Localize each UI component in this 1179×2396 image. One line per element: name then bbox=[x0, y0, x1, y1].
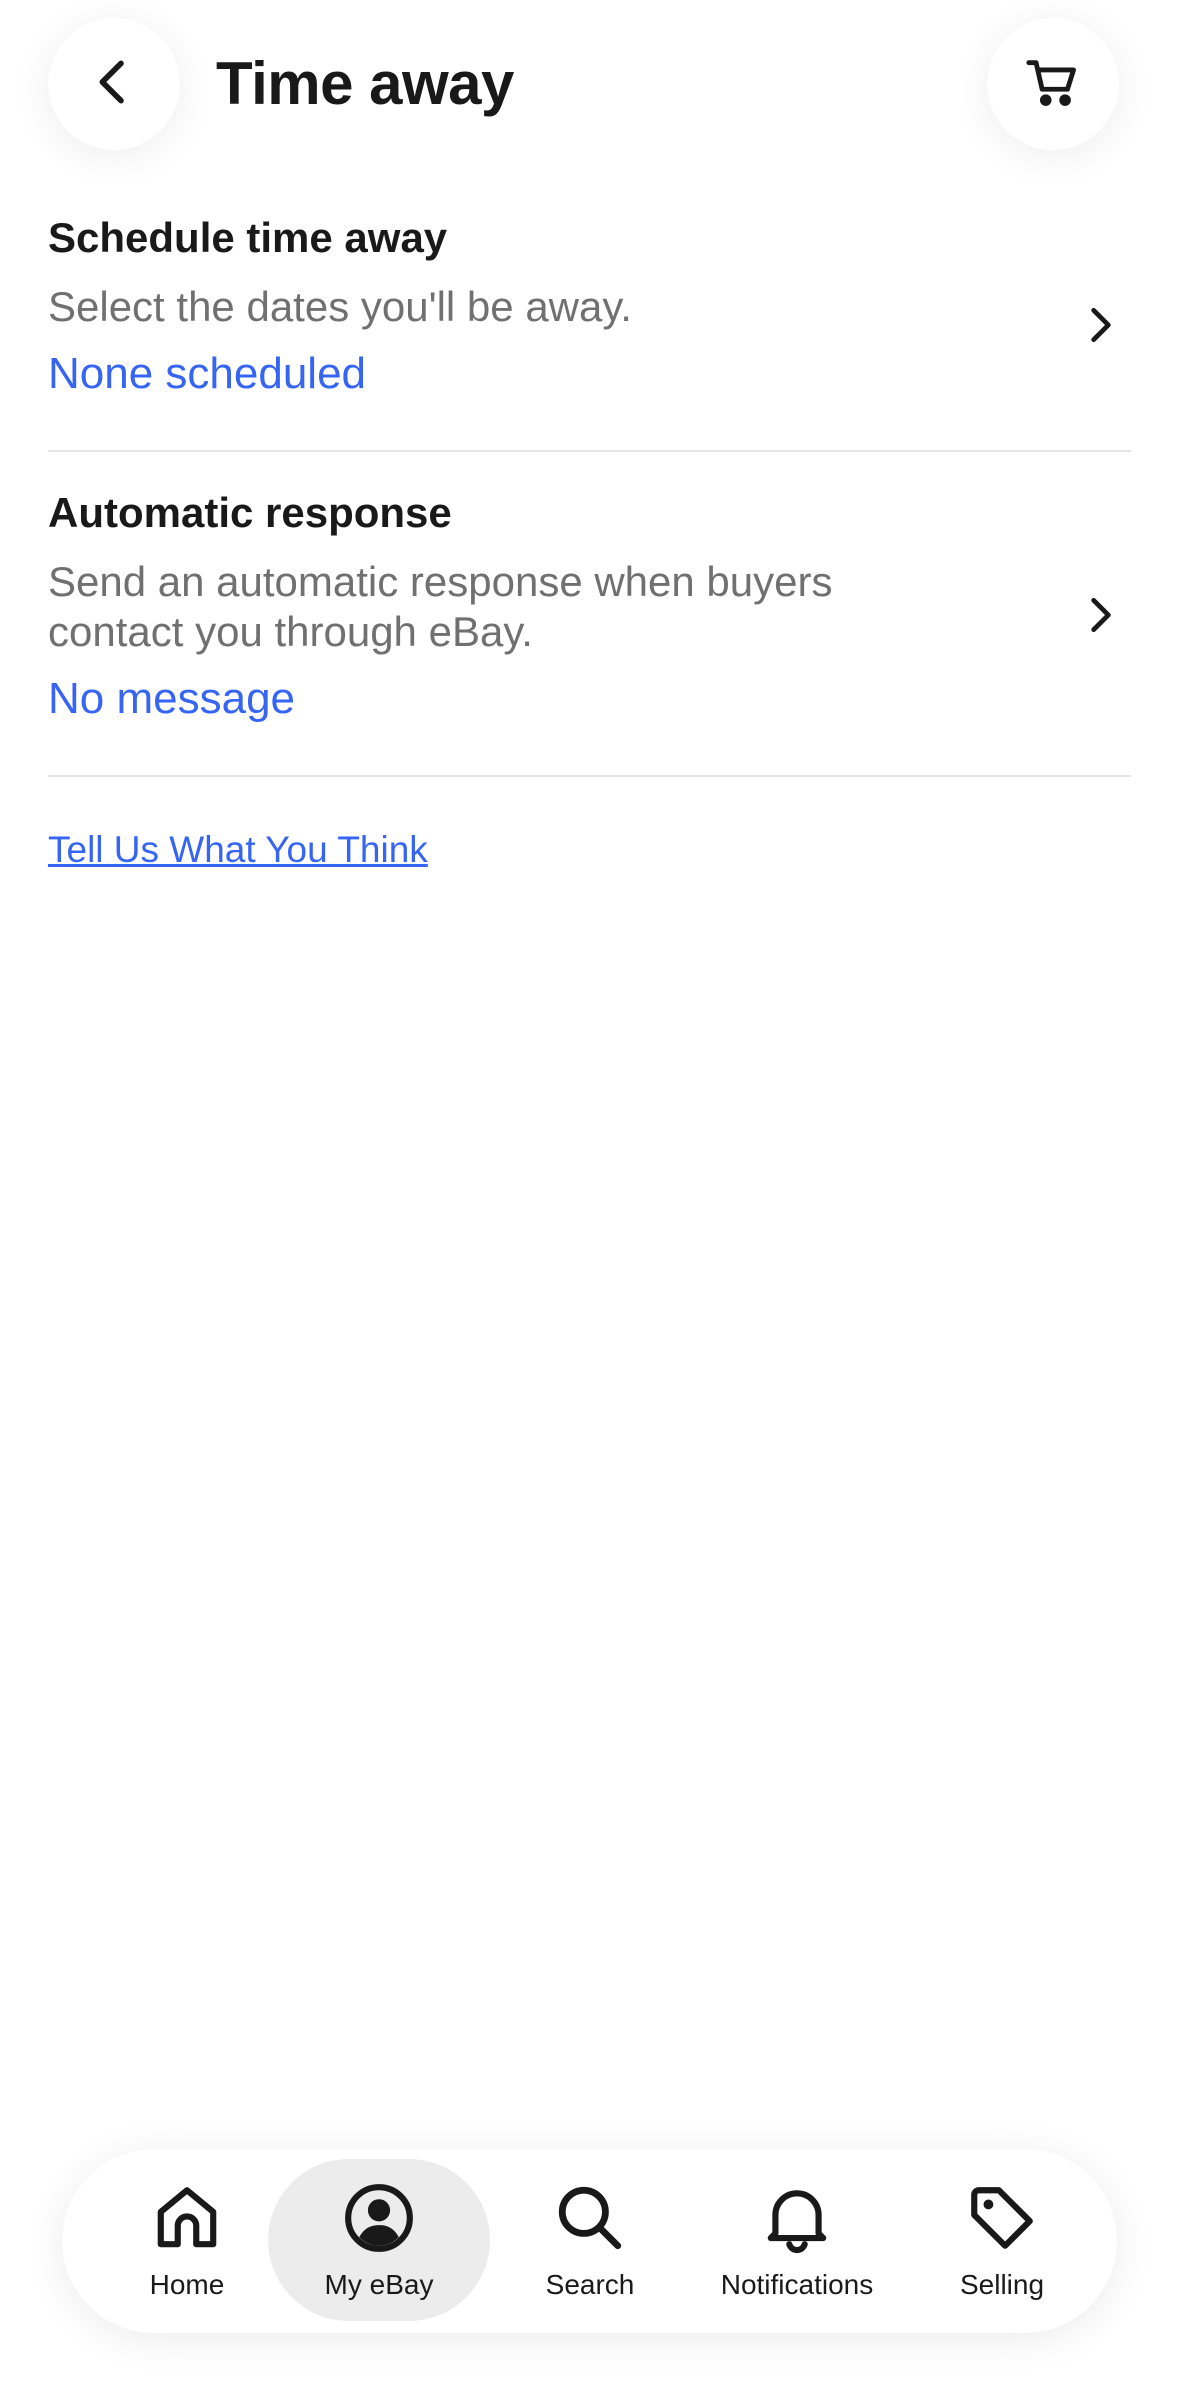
user-icon bbox=[339, 2178, 419, 2258]
nav-search[interactable]: Search bbox=[510, 2159, 670, 2321]
automatic-response-row[interactable]: Automatic response Send an automatic res… bbox=[48, 485, 1131, 777]
nav-my-ebay[interactable]: My eBay bbox=[268, 2159, 490, 2321]
chevron-right-icon bbox=[1071, 585, 1131, 645]
nav-selling[interactable]: Selling bbox=[922, 2159, 1082, 2321]
chevron-left-icon bbox=[86, 54, 142, 115]
nav-home[interactable]: Home bbox=[122, 2159, 252, 2321]
cart-button[interactable] bbox=[987, 18, 1119, 150]
section-description: Send an automatic response when buyers c… bbox=[48, 558, 833, 655]
section-status: None scheduled bbox=[48, 349, 367, 398]
section-description: Select the dates you'll be away. bbox=[48, 283, 632, 330]
time-away-screen: Time away Schedule time away Select the … bbox=[0, 0, 1179, 2396]
chevron-right-icon bbox=[1071, 295, 1131, 355]
nav-notifications[interactable]: Notifications bbox=[682, 2159, 912, 2321]
back-button[interactable] bbox=[48, 18, 180, 150]
nav-label: My eBay bbox=[324, 2269, 434, 2300]
page-title: Time away bbox=[216, 50, 514, 117]
section-title: Automatic response bbox=[48, 489, 452, 536]
nav-label: Notifications bbox=[720, 2269, 874, 2300]
bell-icon bbox=[757, 2178, 837, 2258]
nav-label: Search bbox=[545, 2269, 635, 2300]
feedback-link[interactable]: Tell Us What You Think bbox=[48, 822, 428, 878]
header: Time away bbox=[0, 0, 1179, 170]
search-icon bbox=[550, 2178, 630, 2258]
nav-label: Selling bbox=[959, 2269, 1045, 2300]
section-status: No message bbox=[48, 674, 296, 723]
section-title: Schedule time away bbox=[48, 214, 448, 261]
cart-icon bbox=[1024, 53, 1082, 116]
nav-label: Home bbox=[149, 2269, 225, 2300]
home-icon bbox=[147, 2178, 227, 2258]
schedule-time-away-row[interactable]: Schedule time away Select the dates you'… bbox=[48, 210, 1131, 452]
bottom-nav: Home My eBay Search Notifications Sellin… bbox=[62, 2149, 1117, 2333]
tag-icon bbox=[962, 2178, 1042, 2258]
